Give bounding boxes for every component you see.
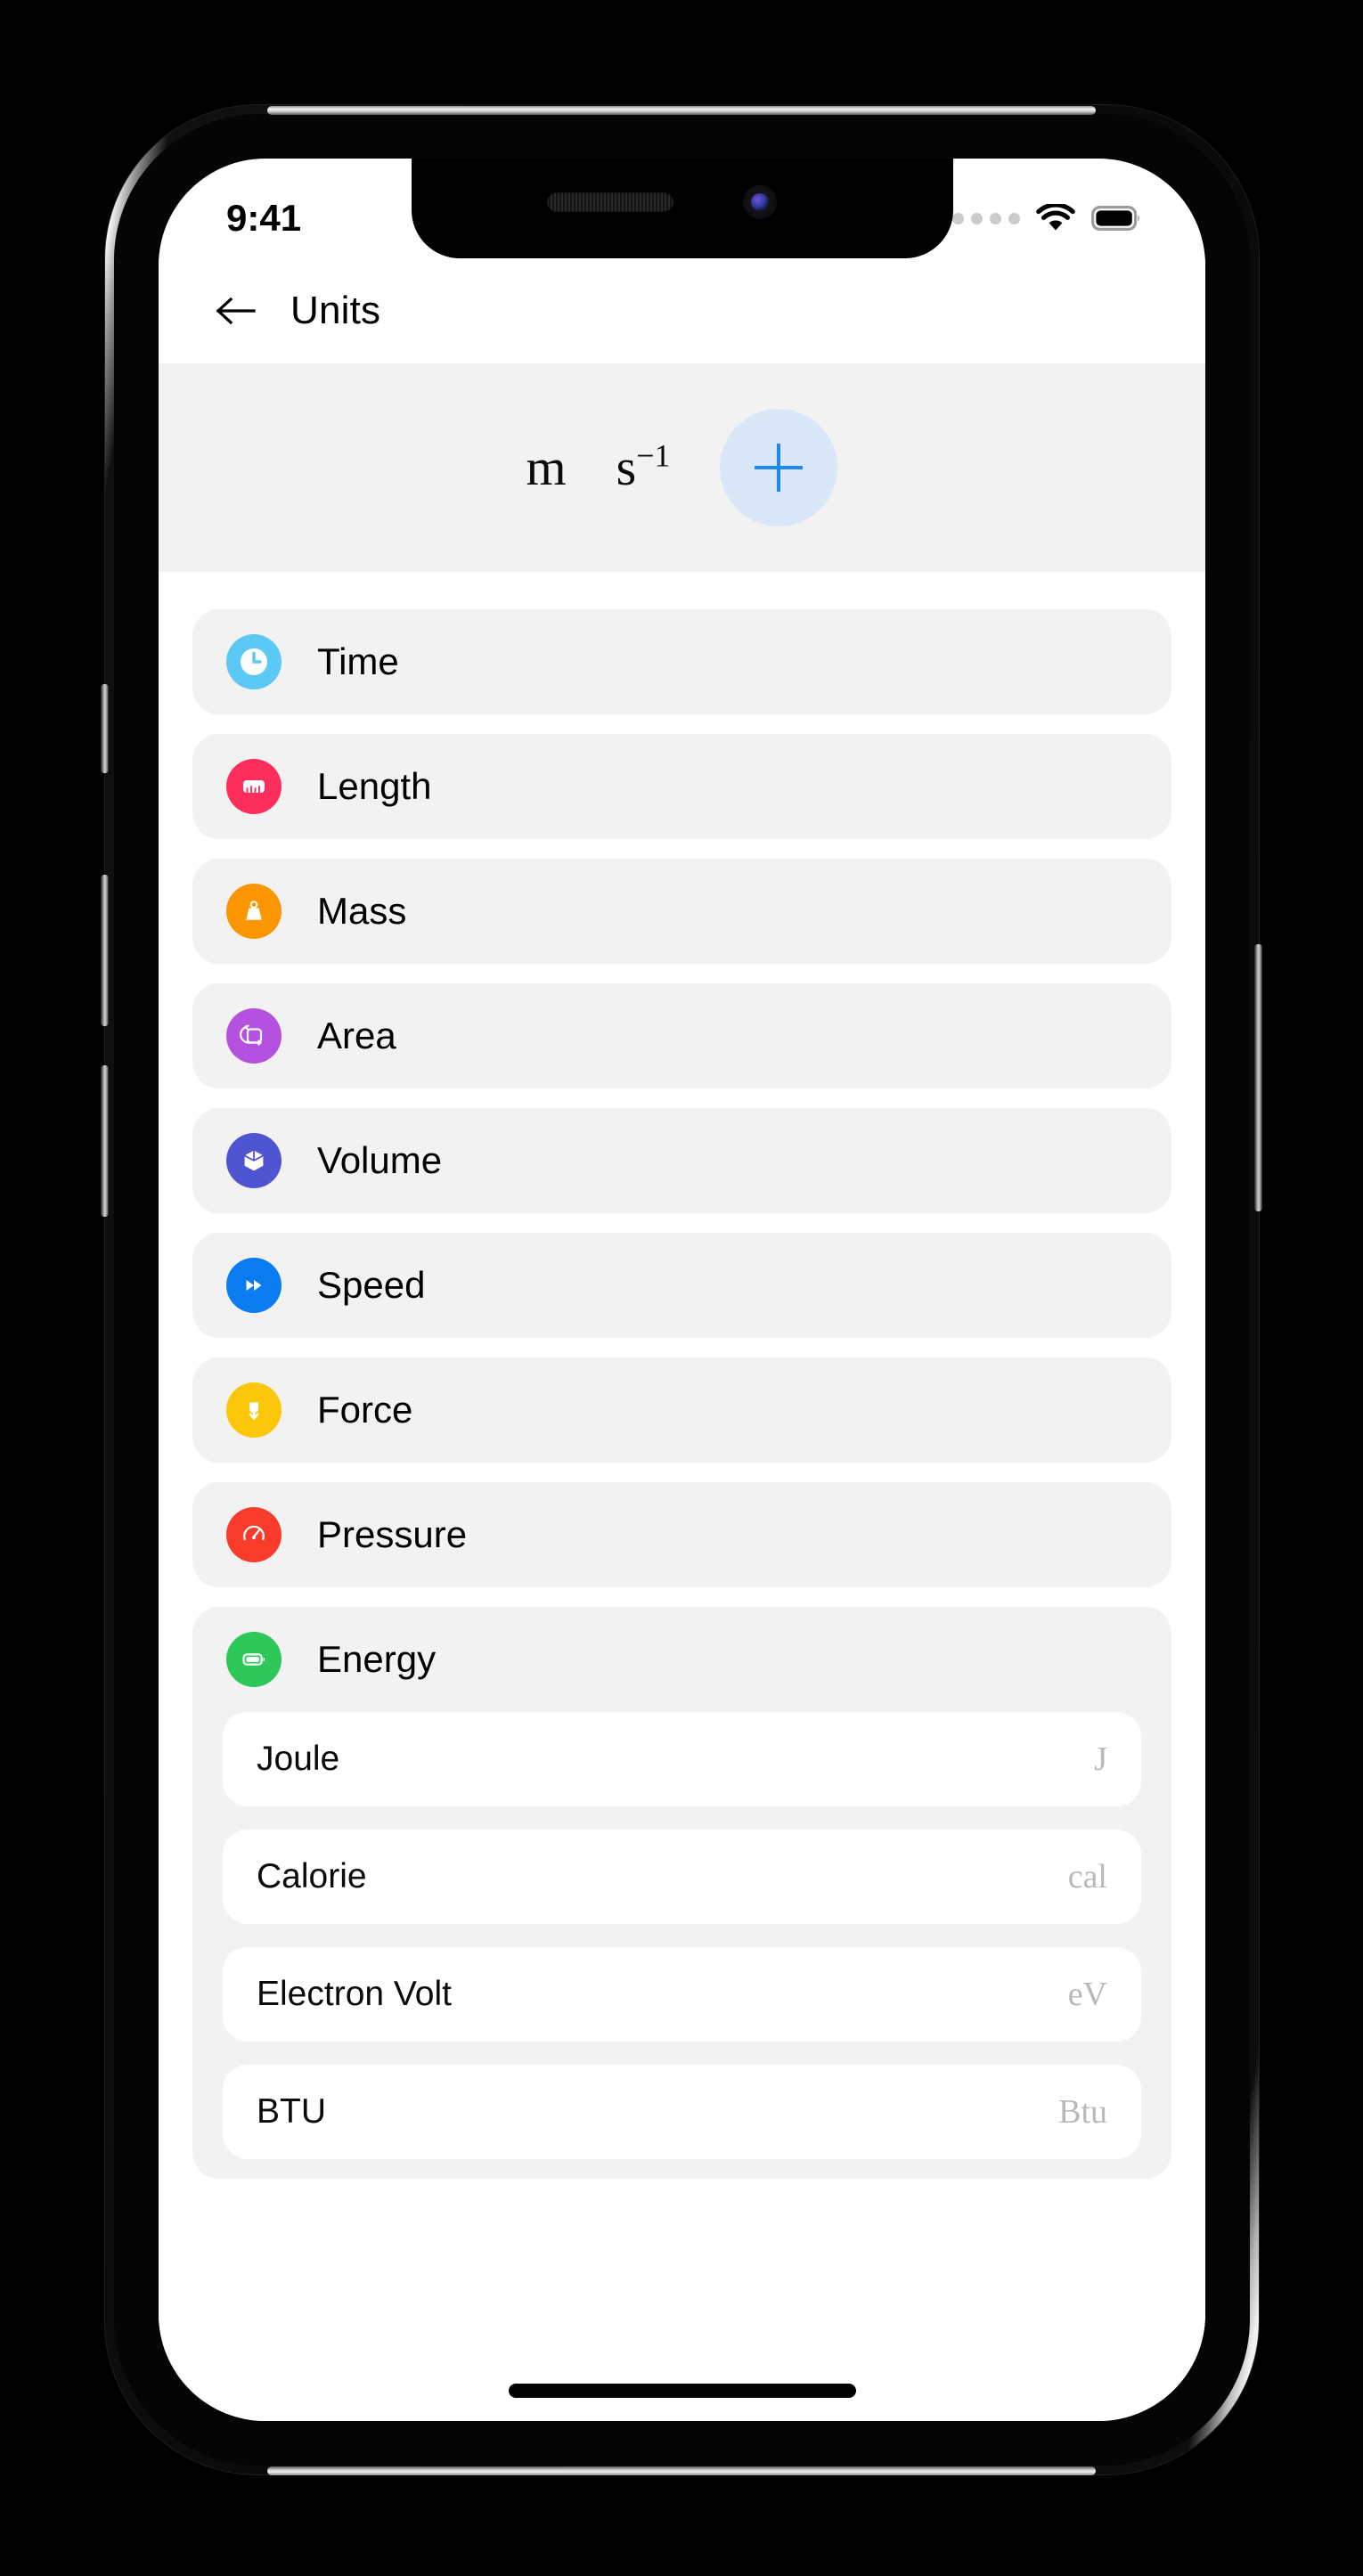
- phone-screen: 9:41 Units m s−1 Time Length Mass Area V…: [159, 159, 1205, 2421]
- formula-unit-base: s: [616, 438, 637, 496]
- status-time: 9:41: [226, 197, 302, 239]
- fast-forward-icon: [226, 1258, 282, 1313]
- unit-name: Calorie: [257, 1857, 367, 1895]
- category-card-force: Force: [192, 1357, 1171, 1463]
- category-row-time[interactable]: Time: [192, 609, 1171, 714]
- category-label: Energy: [317, 1638, 437, 1680]
- category-card-energy: Energy Joule J Calorie cal Electron Volt…: [192, 1607, 1171, 2179]
- front-camera-icon: [742, 185, 777, 219]
- unit-row-calorie[interactable]: Calorie cal: [223, 1830, 1141, 1924]
- gauge-icon: [226, 1507, 282, 1562]
- category-label: Force: [317, 1389, 413, 1431]
- cube-icon: [226, 1133, 282, 1188]
- category-card-pressure: Pressure: [192, 1482, 1171, 1587]
- unit-row-electron-volt[interactable]: Electron Volt eV: [223, 1947, 1141, 2042]
- category-label: Mass: [317, 890, 407, 932]
- arrow-left-icon: [216, 297, 256, 325]
- wifi-icon: [1036, 204, 1075, 231]
- category-label: Speed: [317, 1264, 426, 1306]
- unit-row-joule[interactable]: Joule J: [223, 1712, 1141, 1806]
- category-label: Pressure: [317, 1513, 468, 1555]
- navigation-bar: Units: [159, 258, 1205, 363]
- category-row-length[interactable]: Length: [192, 734, 1171, 839]
- mute-switch[interactable]: [101, 684, 109, 773]
- unit-symbol: Btu: [1058, 2093, 1107, 2131]
- unit-symbol: eV: [1067, 1976, 1107, 2013]
- ruler-icon: [226, 759, 282, 814]
- signal-dots-icon: [952, 212, 1020, 224]
- category-row-energy[interactable]: Energy: [192, 1607, 1171, 1712]
- phone-rail-bottom: [267, 2466, 1096, 2475]
- unit-symbol: cal: [1067, 1858, 1107, 1895]
- formula-unit-exponent: −1: [636, 437, 671, 474]
- plus-icon: [755, 444, 804, 492]
- category-card-speed: Speed: [192, 1233, 1171, 1338]
- category-label: Length: [317, 765, 432, 807]
- back-button[interactable]: [210, 285, 262, 337]
- category-row-pressure[interactable]: Pressure: [192, 1482, 1171, 1587]
- weight-icon: [226, 884, 282, 939]
- category-label: Time: [317, 640, 399, 682]
- category-row-mass[interactable]: Mass: [192, 859, 1171, 964]
- home-indicator[interactable]: [508, 2384, 856, 2398]
- force-down-icon: [226, 1382, 282, 1438]
- category-label: Area: [317, 1015, 396, 1056]
- category-row-volume[interactable]: Volume: [192, 1108, 1171, 1213]
- unit-name: Electron Volt: [257, 1975, 452, 2013]
- category-card-area: Area: [192, 983, 1171, 1088]
- page-title: Units: [290, 289, 381, 332]
- category-row-speed[interactable]: Speed: [192, 1233, 1171, 1338]
- category-row-force[interactable]: Force: [192, 1357, 1171, 1463]
- category-card-mass: Mass: [192, 859, 1171, 964]
- notch: [411, 159, 953, 258]
- category-card-time: Time: [192, 609, 1171, 714]
- battery-icon: [226, 1632, 282, 1687]
- formula-unit-0[interactable]: m: [526, 442, 567, 493]
- unit-row-btu[interactable]: BTU Btu: [223, 2065, 1141, 2159]
- unit-name: Joule: [257, 1740, 340, 1778]
- battery-full-icon: [1091, 206, 1140, 231]
- volume-down-button[interactable]: [101, 1065, 109, 1217]
- unit-category-list[interactable]: Time Length Mass Area Volume Speed Force…: [159, 572, 1205, 2421]
- add-unit-button[interactable]: [720, 409, 838, 526]
- unit-name: BTU: [257, 2092, 326, 2131]
- screenshot-root: 9:41 Units m s−1 Time Length Mass Area V…: [0, 0, 1363, 2576]
- category-card-length: Length: [192, 734, 1171, 839]
- category-card-volume: Volume: [192, 1108, 1171, 1213]
- formula-unit-base: m: [526, 438, 567, 496]
- category-label: Volume: [317, 1139, 443, 1181]
- formula-unit-1[interactable]: s−1: [616, 440, 671, 493]
- volume-up-button[interactable]: [101, 875, 109, 1026]
- formula-bar: m s−1: [159, 363, 1205, 572]
- power-button[interactable]: [1254, 944, 1262, 1211]
- phone-rail-top: [267, 106, 1096, 115]
- category-row-area[interactable]: Area: [192, 983, 1171, 1088]
- clock-icon: [226, 634, 282, 689]
- status-icons: [952, 204, 1141, 232]
- unit-symbol: J: [1094, 1740, 1107, 1778]
- area-rotate-icon: [226, 1008, 282, 1064]
- earpiece-speaker-icon: [546, 192, 673, 212]
- energy-unit-list: Joule J Calorie cal Electron Volt eV BTU…: [192, 1712, 1171, 2179]
